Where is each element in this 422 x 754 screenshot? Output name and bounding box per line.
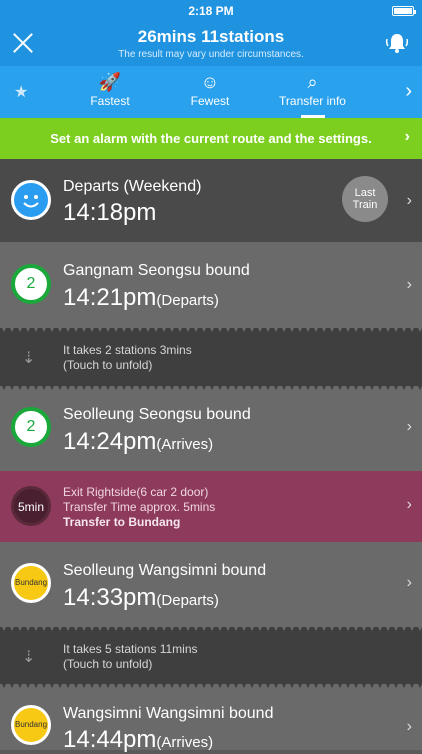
rocket-icon: 🚀 [98, 72, 122, 92]
stations-info-row[interactable]: ⇣ It takes 2 stations 3mins (Touch to un… [0, 328, 422, 386]
transfer-duration-badge: 5min [11, 486, 51, 526]
depart-label: Departs (Weekend) [63, 178, 202, 195]
alarm-banner-text: Set an alarm with the current route and … [50, 131, 372, 146]
transfer-row[interactable]: 5min Exit Rightside(6 car 2 door) Transf… [0, 471, 422, 542]
header: 26mins 11stations The result may vary un… [0, 22, 422, 66]
exit-info: Exit Rightside(6 car 2 door) [63, 485, 209, 499]
favorite-star-icon[interactable]: ★ [14, 82, 28, 102]
line-2-icon: 2 [11, 264, 51, 304]
tab-fastest[interactable]: 🚀 Fastest [70, 66, 150, 118]
alarm-banner[interactable]: Set an alarm with the current route and … [0, 118, 422, 159]
stations-info-row[interactable]: ⇣ It takes 5 stations 11mins (Touch to u… [0, 627, 422, 684]
depart-time: 14:18pm [63, 199, 157, 226]
page-subtitle: The result may vary under circumstances. [118, 49, 304, 60]
segment-time: 14:24pm(Arrives) [63, 428, 214, 455]
transfer-line: Transfer to Bundang [63, 515, 181, 529]
chevron-right-icon[interactable]: › [405, 80, 412, 103]
segment-station: Seolleung Wangsimni bound [63, 562, 267, 579]
tab-fewest[interactable]: ☺ Fewest [170, 66, 250, 118]
segment-time: 14:33pm(Departs) [63, 584, 219, 611]
tab-label: Fastest [90, 94, 130, 108]
status-time: 2:18 PM [188, 4, 234, 18]
zigzag-divider [0, 680, 422, 688]
segment-station: Seolleung Seongsu bound [63, 406, 251, 423]
zigzag-divider [0, 623, 422, 631]
stations-info-text: It takes 5 stations 11mins [63, 642, 198, 656]
segment-row[interactable]: 2 Gangnam Seongsu bound 14:21pm(Departs)… [0, 242, 422, 328]
chevron-right-icon: › [406, 192, 412, 209]
alarm-bell-icon[interactable] [384, 30, 410, 56]
transfer-time: Transfer Time approx. 5mins [63, 500, 216, 514]
chevron-right-icon: › [406, 276, 412, 293]
battery-icon [392, 6, 416, 16]
unfold-hint: (Touch to unfold) [63, 358, 153, 372]
page-title: 26mins 11stations [137, 27, 285, 46]
route-tabs: ★ 🚀 Fastest ☺ Fewest ⌕ Transfer info › [0, 66, 422, 118]
chevron-right-icon: › [406, 418, 412, 435]
line-2-icon: 2 [11, 407, 51, 447]
arrow-down-icon: ⇣ [22, 350, 36, 367]
segment-station: Wangsimni Wangsimni bound [63, 705, 274, 722]
status-bar: 2:18 PM [0, 0, 422, 22]
bundang-line-icon: Bundang [11, 705, 51, 745]
tab-label: Transfer info [279, 94, 346, 108]
segment-row[interactable]: Bundang Seolleung Wangsimni bound 14:33p… [0, 542, 422, 627]
segment-time: 14:21pm(Departs) [63, 284, 219, 311]
map-search-icon: ⌕ [307, 72, 318, 92]
stations-info-text: It takes 2 stations 3mins [63, 343, 192, 357]
chevron-right-icon: › [406, 718, 412, 735]
tab-transfer-info[interactable]: ⌕ Transfer info [265, 66, 360, 118]
smile-icon [11, 180, 51, 220]
person-icon: ☺ [200, 72, 220, 92]
tab-label: Fewest [190, 94, 230, 108]
segment-row[interactable]: Bundang Wangsimni Wangsimni bound 14:44p… [0, 684, 422, 753]
zigzag-divider [0, 324, 422, 332]
segment-row[interactable]: 2 Seolleung Seongsu bound 14:24pm(Arrive… [0, 386, 422, 471]
arrow-down-icon: ⇣ [22, 649, 36, 666]
chevron-right-icon: › [406, 574, 412, 591]
zigzag-divider [0, 382, 422, 390]
chevron-right-icon: › [404, 128, 410, 145]
last-train-badge: Last Train [342, 176, 388, 222]
chevron-right-icon: › [406, 496, 412, 513]
segment-station: Gangnam Seongsu bound [63, 262, 250, 279]
bundang-line-icon: Bundang [11, 563, 51, 603]
unfold-hint: (Touch to unfold) [63, 657, 153, 671]
